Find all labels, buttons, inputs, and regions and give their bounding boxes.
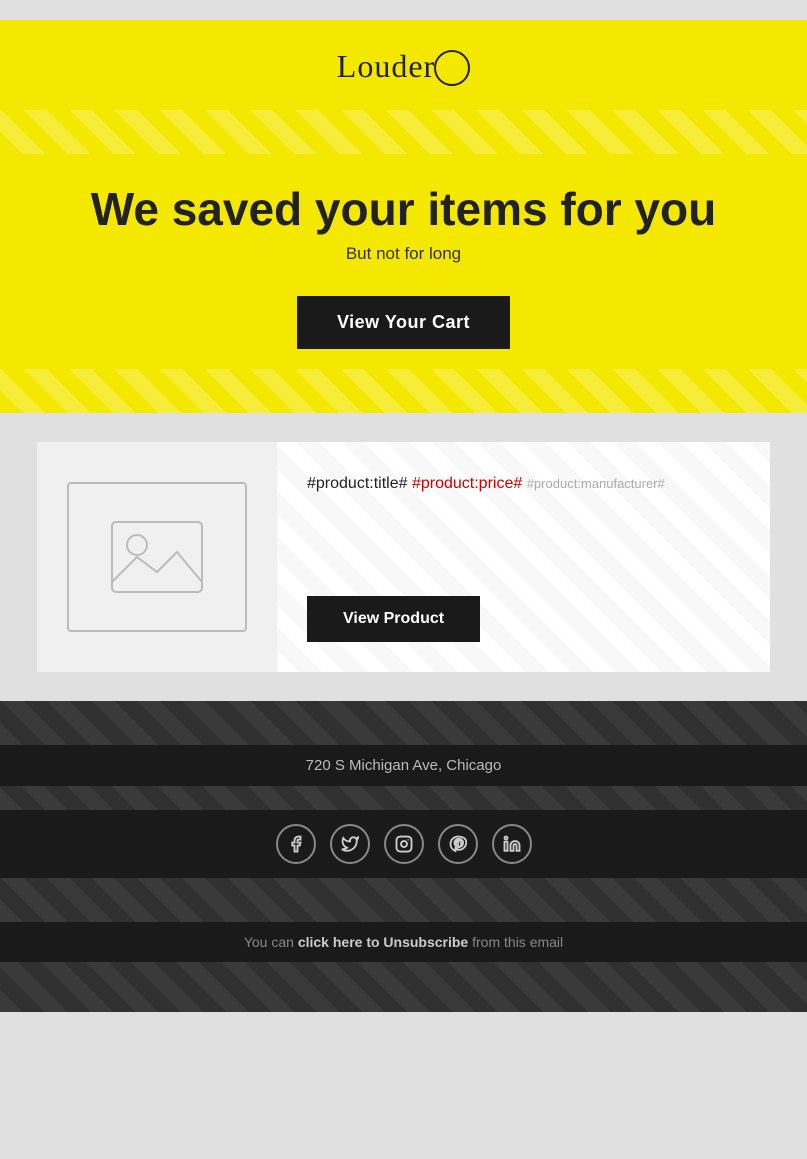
footer-section: 720 S Michigan Ave, Chicago [0,701,807,1012]
hero-title: We saved your items for you [40,184,767,235]
footer-unsubscribe-bar: You can click here to Unsubscribe from t… [0,922,807,962]
unsubscribe-link[interactable]: click here to Unsubscribe [298,934,468,950]
logo-bar: Louder [0,20,807,110]
social-pinterest-icon[interactable] [438,824,478,864]
unsubscribe-prefix: You can [244,934,298,950]
product-price: #product:price# [412,475,522,492]
footer-stripe-final [0,962,807,1012]
stripe-band-top [0,110,807,154]
footer-stripe-top [0,701,807,745]
logo-text: Louder [337,48,470,84]
social-linkedin-icon[interactable] [492,824,532,864]
product-image-placeholder [67,482,247,632]
image-placeholder-icon [107,517,207,597]
view-cart-button[interactable]: View Your Cart [297,296,510,349]
product-manufacturer: #product:manufacturer# [527,476,665,491]
footer-stripe-mid [0,786,807,810]
header-section: Louder We saved your items for you But n… [0,20,807,413]
unsubscribe-suffix: from this email [472,934,563,950]
logo-wordmark: Louder [337,48,435,84]
social-twitter-icon[interactable] [330,824,370,864]
hero-area: We saved your items for you But not for … [0,154,807,370]
logo-circle [434,50,470,86]
footer-stripe-bot [0,878,807,922]
email-wrapper: Louder We saved your items for you But n… [0,20,807,1139]
product-image-area [37,442,277,672]
footer-social-bar [0,810,807,878]
footer-address-bar: 720 S Michigan Ave, Chicago [0,745,807,786]
footer-address: 720 S Michigan Ave, Chicago [306,757,502,774]
hero-subtitle: But not for long [40,244,767,264]
view-product-button[interactable]: View Product [307,596,480,642]
social-instagram-icon[interactable] [384,824,424,864]
product-details: #product:title# #product:price# #product… [277,442,770,672]
product-meta: #product:title# #product:price# #product… [307,472,740,496]
product-title: #product:title# [307,475,408,492]
stripe-band-bottom [0,369,807,413]
product-section: #product:title# #product:price# #product… [36,441,771,673]
social-facebook-icon[interactable] [276,824,316,864]
